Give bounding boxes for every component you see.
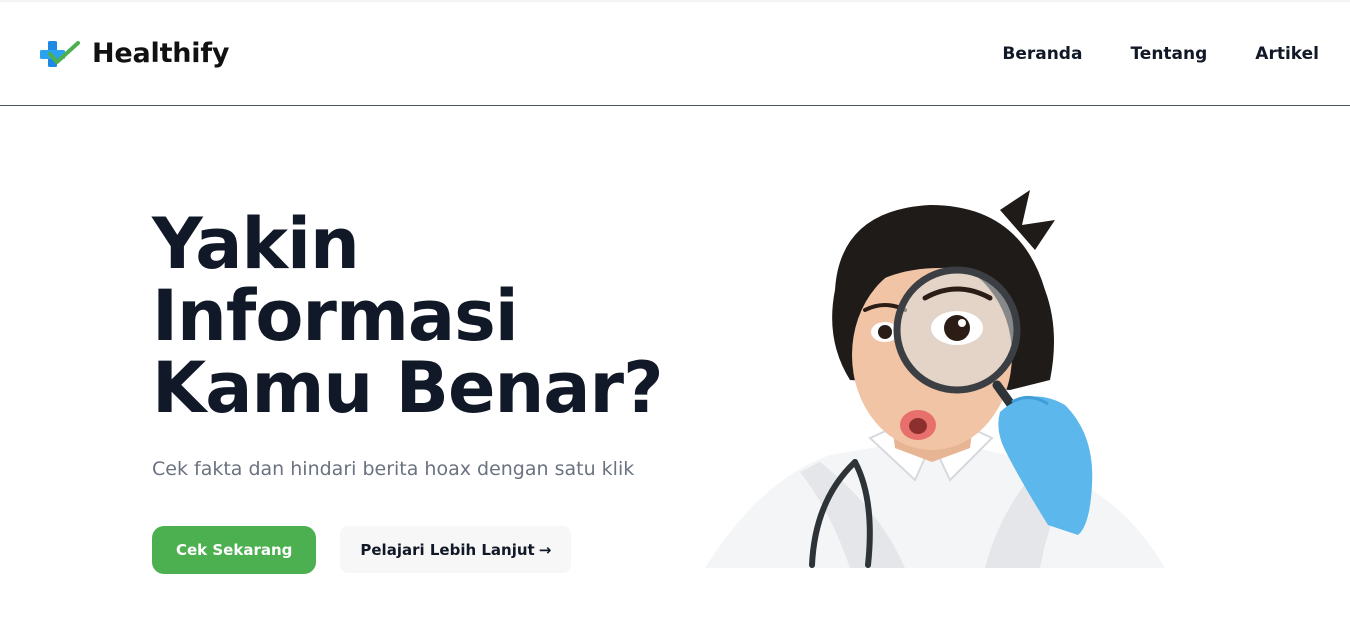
hero-actions: Cek Sekarang Pelajari Lebih Lanjut →	[152, 526, 572, 574]
brand[interactable]: Healthify	[40, 38, 230, 69]
main-nav: Beranda Tentang Artikel	[1002, 44, 1319, 64]
brand-name: Healthify	[92, 38, 230, 69]
hero-title-line: Yakin	[152, 203, 360, 285]
hero-section: Yakin Informasi Kamu Benar? Cek fakta da…	[152, 208, 712, 480]
hero-title-line: Informasi	[152, 275, 519, 357]
learn-more-label: Pelajari Lebih Lanjut	[360, 540, 535, 559]
arrow-right-icon: →	[538, 540, 552, 559]
page: Healthify Beranda Tentang Artikel Yakin …	[0, 0, 1350, 641]
doctor-with-magnifying-glass-image	[705, 190, 1165, 568]
nav-item-artikel[interactable]: Artikel	[1255, 44, 1319, 64]
hero-subtitle: Cek fakta dan hindari berita hoax dengan…	[152, 458, 635, 480]
navbar: Healthify Beranda Tentang Artikel	[0, 2, 1350, 106]
hero-title: Yakin Informasi Kamu Benar?	[152, 208, 712, 424]
nav-item-beranda[interactable]: Beranda	[1002, 44, 1082, 64]
nav-item-tentang[interactable]: Tentang	[1130, 44, 1207, 64]
learn-more-button[interactable]: Pelajari Lebih Lanjut →	[340, 526, 572, 573]
cek-sekarang-button[interactable]: Cek Sekarang	[152, 526, 317, 574]
medical-cross-check-logo-icon	[40, 40, 80, 67]
hero-title-line: Kamu Benar?	[152, 347, 664, 429]
